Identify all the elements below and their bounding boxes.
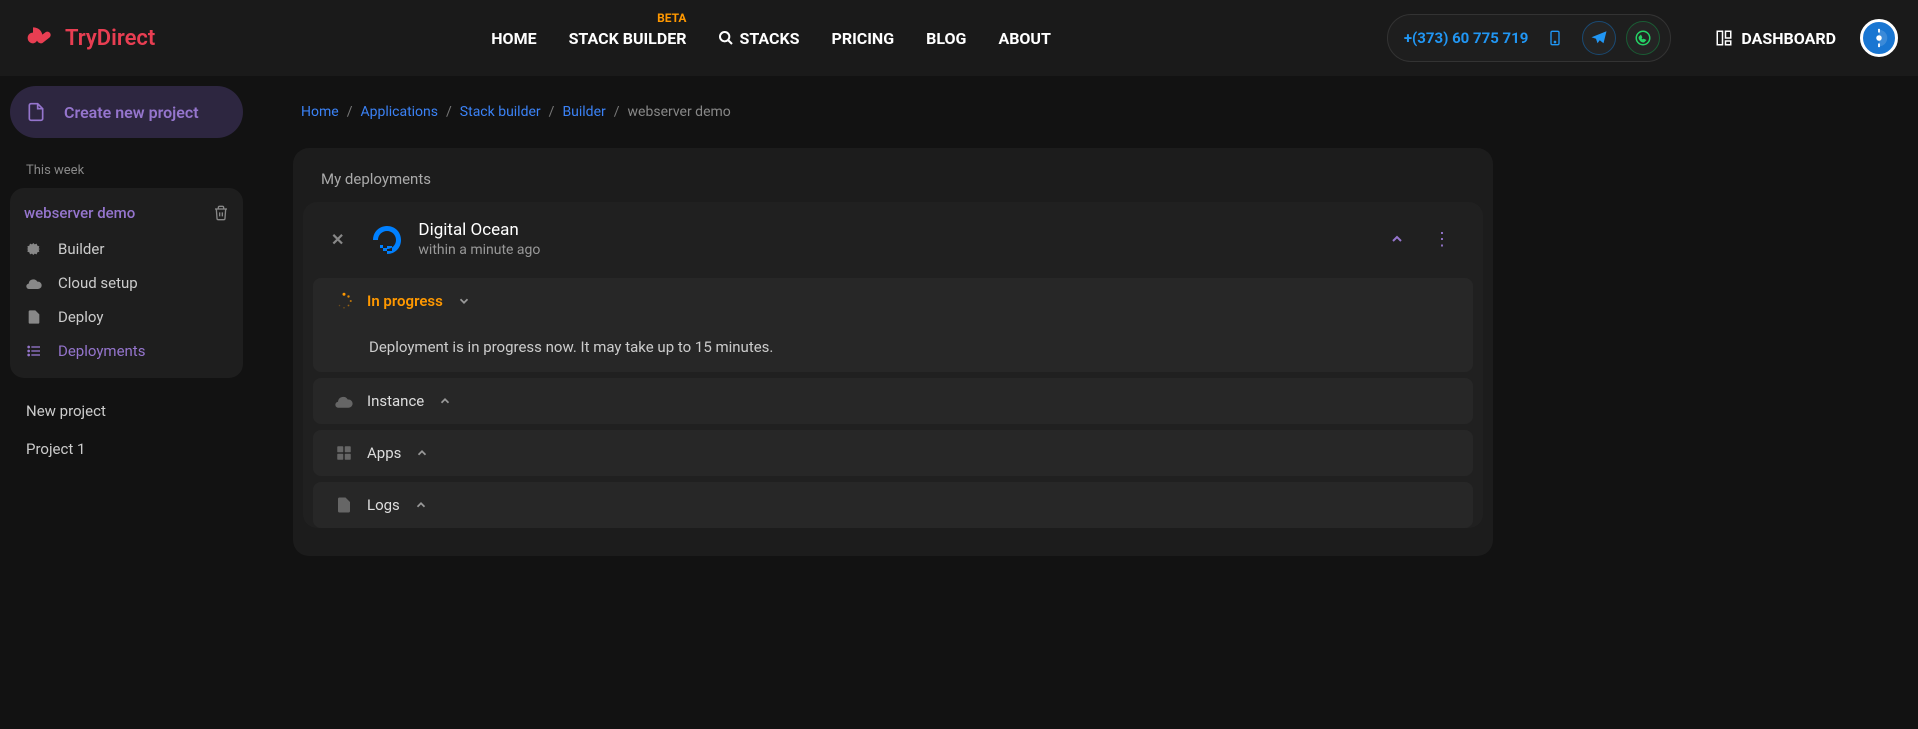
sidebar-item-cloud-setup[interactable]: Cloud setup bbox=[10, 266, 243, 300]
collapse-icon[interactable] bbox=[1389, 231, 1405, 247]
chevron-down-icon bbox=[457, 294, 471, 308]
contact-pill: +(373) 60 775 719 bbox=[1387, 14, 1672, 62]
nav-blog[interactable]: BLOG bbox=[926, 29, 966, 48]
chevron-up-icon bbox=[438, 394, 452, 408]
phone-number[interactable]: +(373) 60 775 719 bbox=[1398, 29, 1529, 47]
dashboard-icon bbox=[1715, 29, 1733, 47]
section-logs[interactable]: Logs bbox=[313, 482, 1473, 528]
nav-stacks[interactable]: STACKS bbox=[718, 29, 799, 48]
sidebar-item-label: Deploy bbox=[58, 308, 103, 326]
deployment-title-block: Digital Ocean within a minute ago bbox=[418, 220, 540, 258]
deployment-item: ✕ Digital Ocean within a minute ago ⋮ bbox=[303, 202, 1483, 528]
create-project-button[interactable]: Create new project bbox=[10, 86, 243, 138]
logo-icon bbox=[25, 27, 57, 49]
header-right: +(373) 60 775 719 DASHBOARD bbox=[1387, 14, 1898, 62]
nav-pricing[interactable]: PRICING bbox=[832, 29, 895, 48]
deployments-card: My deployments ✕ Digital Ocean within a … bbox=[293, 148, 1493, 556]
sidebar-group-label: This week bbox=[26, 163, 243, 178]
sidebar-item-label: Cloud setup bbox=[58, 274, 138, 292]
digitalocean-icon bbox=[370, 222, 404, 256]
beta-badge: BETA bbox=[657, 11, 686, 25]
user-avatar[interactable] bbox=[1860, 19, 1898, 57]
apps-icon bbox=[335, 444, 353, 462]
mobile-icon[interactable] bbox=[1538, 21, 1572, 55]
dashboard-label: DASHBOARD bbox=[1741, 29, 1836, 48]
brand-logo[interactable]: TryDirect bbox=[25, 26, 155, 51]
deployment-time: within a minute ago bbox=[418, 242, 540, 258]
section-progress[interactable]: In progress Deployment is in progress no… bbox=[313, 278, 1473, 372]
whatsapp-icon[interactable] bbox=[1626, 21, 1660, 55]
brand-name: TryDirect bbox=[65, 26, 155, 51]
spinner-icon bbox=[335, 292, 353, 310]
section-progress-row: In progress bbox=[335, 292, 1451, 310]
nav-home[interactable]: HOME bbox=[491, 29, 536, 48]
logs-icon bbox=[335, 496, 353, 514]
chevron-up-icon bbox=[415, 446, 429, 460]
search-icon bbox=[718, 30, 734, 46]
project-name[interactable]: webserver demo bbox=[24, 204, 135, 222]
more-menu-icon[interactable]: ⋮ bbox=[1433, 229, 1451, 250]
breadcrumb-applications[interactable]: Applications bbox=[360, 104, 438, 120]
deployment-provider: Digital Ocean bbox=[418, 220, 540, 240]
project-header: webserver demo bbox=[10, 198, 243, 232]
main-nav: HOME STACK BUILDER BETA STACKS PRICING B… bbox=[491, 29, 1051, 48]
telegram-icon[interactable] bbox=[1582, 21, 1616, 55]
breadcrumb: Home/ Applications/ Stack builder/ Build… bbox=[301, 104, 1878, 120]
breadcrumb-home[interactable]: Home bbox=[301, 104, 339, 120]
cloud-icon bbox=[26, 275, 44, 291]
main-content: Home/ Applications/ Stack builder/ Build… bbox=[253, 76, 1918, 729]
nav-stack-builder-label: STACK BUILDER bbox=[569, 29, 687, 48]
sidebar-item-project1[interactable]: Project 1 bbox=[10, 430, 243, 468]
progress-description: Deployment is in progress now. It may ta… bbox=[369, 338, 773, 356]
card-title: My deployments bbox=[293, 170, 1493, 202]
section-apps[interactable]: Apps bbox=[313, 430, 1473, 476]
file-icon bbox=[26, 309, 44, 325]
close-icon[interactable]: ✕ bbox=[331, 230, 344, 249]
sidebar-item-label: Builder bbox=[58, 240, 104, 258]
logs-label: Logs bbox=[367, 496, 400, 514]
breadcrumb-builder[interactable]: Builder bbox=[562, 104, 605, 120]
nav-stacks-label: STACKS bbox=[739, 29, 799, 48]
breadcrumb-current: webserver demo bbox=[628, 104, 731, 120]
create-project-label: Create new project bbox=[64, 103, 199, 122]
sidebar-item-deployments[interactable]: Deployments bbox=[10, 334, 243, 368]
delete-project-icon[interactable] bbox=[213, 205, 229, 221]
sidebar-item-new-project[interactable]: New project bbox=[10, 392, 243, 430]
sidebar: Create new project This week webserver d… bbox=[0, 76, 253, 729]
file-plus-icon bbox=[26, 100, 46, 124]
breadcrumb-stack-builder[interactable]: Stack builder bbox=[460, 104, 541, 120]
section-instance[interactable]: Instance bbox=[313, 378, 1473, 424]
body: Create new project This week webserver d… bbox=[0, 76, 1918, 729]
apps-label: Apps bbox=[367, 444, 401, 462]
active-project-block: webserver demo Builder Cloud setup Deplo… bbox=[10, 188, 243, 378]
dashboard-button[interactable]: DASHBOARD bbox=[1715, 29, 1836, 48]
sidebar-item-builder[interactable]: Builder bbox=[10, 232, 243, 266]
nav-stack-builder[interactable]: STACK BUILDER BETA bbox=[569, 29, 687, 48]
sidebar-item-deploy[interactable]: Deploy bbox=[10, 300, 243, 334]
app-header: TryDirect HOME STACK BUILDER BETA STACKS… bbox=[0, 0, 1918, 76]
deployment-actions: ⋮ bbox=[1389, 229, 1463, 250]
nav-about[interactable]: ABOUT bbox=[998, 29, 1050, 48]
progress-label: In progress bbox=[367, 292, 443, 310]
gear-icon bbox=[26, 241, 44, 257]
sidebar-item-label: Deployments bbox=[58, 342, 145, 360]
deployment-header: ✕ Digital Ocean within a minute ago ⋮ bbox=[303, 202, 1483, 272]
instance-label: Instance bbox=[367, 392, 424, 410]
cloud-icon bbox=[335, 392, 353, 410]
chevron-up-icon bbox=[414, 498, 428, 512]
list-icon bbox=[26, 343, 44, 359]
